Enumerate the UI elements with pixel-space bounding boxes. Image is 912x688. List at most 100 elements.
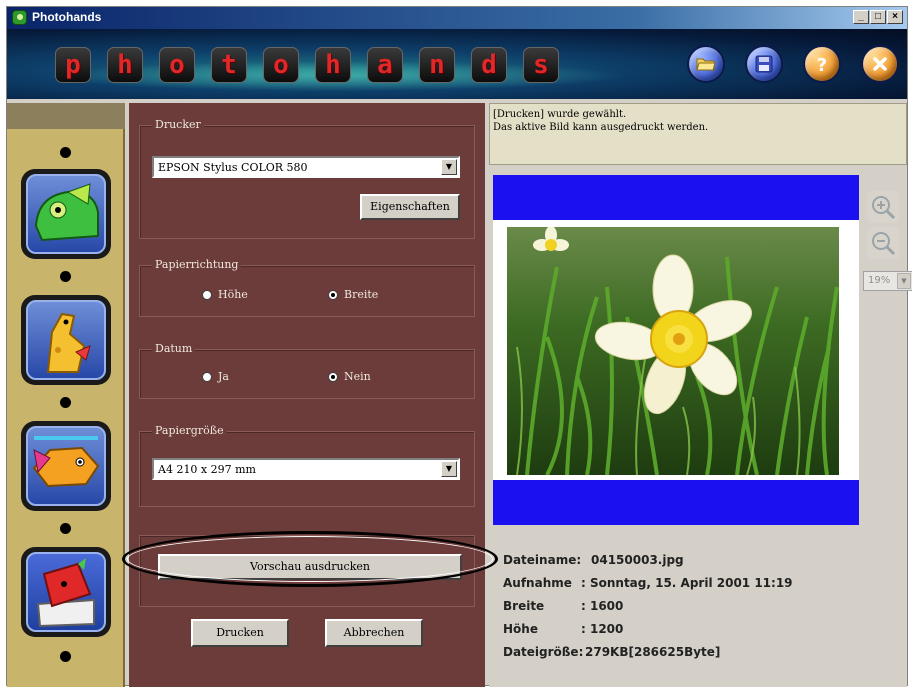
file-info-label: Dateigröße: bbox=[503, 645, 584, 659]
logo-letter: o bbox=[263, 47, 299, 83]
chevron-down-icon: ▼ bbox=[441, 159, 457, 175]
app-banner: p h o t o h a n d s ? bbox=[7, 29, 907, 99]
paper-size-select-value: A4 210 x 297 mm bbox=[158, 463, 256, 476]
paper-size-label: Papiergröße bbox=[152, 424, 227, 437]
radio-circle bbox=[202, 289, 212, 300]
chameleon-icon bbox=[26, 174, 106, 254]
logo-letter: o bbox=[159, 47, 195, 83]
save-disk-icon bbox=[755, 55, 773, 73]
zoom-value: 19% bbox=[868, 275, 891, 286]
sidebar-tile-print[interactable] bbox=[21, 547, 111, 637]
printer-select[interactable]: EPSON Stylus COLOR 580 ▼ bbox=[152, 156, 460, 178]
logo-letter: h bbox=[107, 47, 143, 83]
minimize-button[interactable]: _ bbox=[853, 10, 869, 24]
zoom-out-icon bbox=[872, 232, 896, 256]
zoom-in-button[interactable] bbox=[867, 191, 899, 223]
photohands-logo: p h o t o h a n d s bbox=[55, 47, 575, 87]
print-preview bbox=[493, 175, 859, 525]
file-info-label: Aufnahme bbox=[503, 576, 572, 590]
sidebar-header bbox=[7, 103, 125, 129]
radio-circle bbox=[202, 371, 212, 382]
file-info-value: : Sonntag, 15. April 2001 11:19 bbox=[581, 576, 793, 590]
print-settings-panel: Drucker EPSON Stylus COLOR 580 ▼ Eigensc… bbox=[129, 103, 485, 687]
radio-circle-checked bbox=[328, 289, 338, 300]
date-label: Datum bbox=[152, 342, 196, 355]
sidebar-tile-edit[interactable] bbox=[21, 295, 111, 385]
radio-circle-checked bbox=[328, 371, 338, 382]
date-group: Datum Ja Nein bbox=[139, 342, 475, 399]
preview-print-button[interactable]: Vorschau ausdrucken bbox=[158, 554, 462, 580]
preview-margin-bottom bbox=[493, 480, 859, 525]
window-title: Photohands bbox=[32, 10, 102, 24]
radio-label: Ja bbox=[218, 370, 229, 383]
logo-letter: a bbox=[367, 47, 403, 83]
help-icon: ? bbox=[817, 55, 827, 74]
file-info-value: : 1600 bbox=[581, 599, 624, 613]
chevron-down-icon: ▼ bbox=[897, 273, 911, 289]
help-button[interactable]: ? bbox=[803, 45, 841, 83]
sidebar-tile-view[interactable] bbox=[21, 169, 111, 259]
file-info-label: Höhe bbox=[503, 622, 538, 636]
logo-letter: s bbox=[523, 47, 559, 83]
app-icon bbox=[12, 10, 27, 25]
filmstrip-dot bbox=[60, 651, 71, 662]
file-info-value: : 1200 bbox=[581, 622, 624, 636]
preview-panel: [Drucken] wurde gewählt. Das aktive Bild… bbox=[489, 103, 912, 687]
preview-print-group: Vorschau ausdrucken bbox=[139, 535, 475, 607]
filmstrip-dot bbox=[60, 271, 71, 282]
close-window-button[interactable]: × bbox=[887, 10, 903, 24]
save-button[interactable] bbox=[745, 45, 783, 83]
properties-button[interactable]: Eigenschaften bbox=[360, 194, 460, 220]
cancel-button[interactable]: Abbrechen bbox=[325, 619, 423, 647]
printer-group: Drucker EPSON Stylus COLOR 580 ▼ Eigensc… bbox=[139, 118, 475, 239]
exit-button[interactable] bbox=[861, 45, 899, 83]
paper-size-select[interactable]: A4 210 x 297 mm ▼ bbox=[152, 458, 460, 480]
file-info-label: Dateiname: bbox=[503, 553, 582, 567]
printer-select-value: EPSON Stylus COLOR 580 bbox=[158, 161, 308, 174]
app-window: Photohands _ □ × p h o t o h a n d s ? D… bbox=[6, 6, 912, 687]
radio-label: Höhe bbox=[218, 288, 248, 301]
logo-letter: t bbox=[211, 47, 247, 83]
printer-label: Drucker bbox=[152, 118, 204, 131]
file-info-value: 04150003.jpg bbox=[591, 553, 684, 567]
status-message-line: [Drucken] wurde gewählt. bbox=[493, 109, 627, 120]
print-button[interactable]: Drucken bbox=[191, 619, 289, 647]
open-button[interactable] bbox=[687, 45, 725, 83]
logo-letter: n bbox=[419, 47, 455, 83]
sidebar-tile-album[interactable] bbox=[21, 421, 111, 511]
close-icon bbox=[873, 57, 887, 71]
status-message-box: [Drucken] wurde gewählt. Das aktive Bild… bbox=[489, 103, 907, 165]
giraffe-icon bbox=[26, 300, 106, 380]
logo-letter: d bbox=[471, 47, 507, 83]
date-yes-radio[interactable]: Ja bbox=[202, 370, 229, 383]
logo-letter: p bbox=[55, 47, 91, 83]
radio-label: Breite bbox=[344, 288, 379, 301]
zoom-select[interactable]: 19% ▼ bbox=[863, 271, 912, 291]
file-info-value: 279KB[286625Byte] bbox=[585, 645, 721, 659]
svg-text:?: ? bbox=[817, 55, 827, 74]
orientation-group: Papierrichtung Höhe Breite bbox=[139, 258, 475, 317]
date-no-radio[interactable]: Nein bbox=[328, 370, 371, 383]
zoom-in-icon bbox=[872, 196, 896, 220]
open-folder-icon bbox=[696, 58, 716, 71]
orientation-width-radio[interactable]: Breite bbox=[328, 288, 378, 301]
fish-icon bbox=[26, 426, 106, 506]
photo-preview bbox=[507, 227, 839, 475]
status-message-line: Das aktive Bild kann ausgedruckt werden. bbox=[493, 122, 709, 133]
orientation-height-radio[interactable]: Höhe bbox=[202, 288, 248, 301]
orientation-label: Papierrichtung bbox=[152, 258, 242, 271]
mode-sidebar bbox=[7, 103, 125, 687]
title-bar[interactable]: Photohands _ □ × bbox=[7, 7, 907, 29]
filmstrip-dot bbox=[60, 523, 71, 534]
filmstrip-dot bbox=[60, 397, 71, 408]
logo-letter: h bbox=[315, 47, 351, 83]
radio-label: Nein bbox=[344, 370, 371, 383]
preview-margin-top bbox=[493, 175, 859, 220]
paper-size-group: Papiergröße A4 210 x 297 mm ▼ bbox=[139, 424, 475, 507]
maximize-button[interactable]: □ bbox=[870, 10, 886, 24]
daffodil-photo-image bbox=[507, 227, 839, 475]
file-info-label: Breite bbox=[503, 599, 545, 613]
zoom-out-button[interactable] bbox=[867, 227, 899, 259]
filmstrip-dot bbox=[60, 147, 71, 158]
printer-character-icon bbox=[26, 552, 106, 632]
